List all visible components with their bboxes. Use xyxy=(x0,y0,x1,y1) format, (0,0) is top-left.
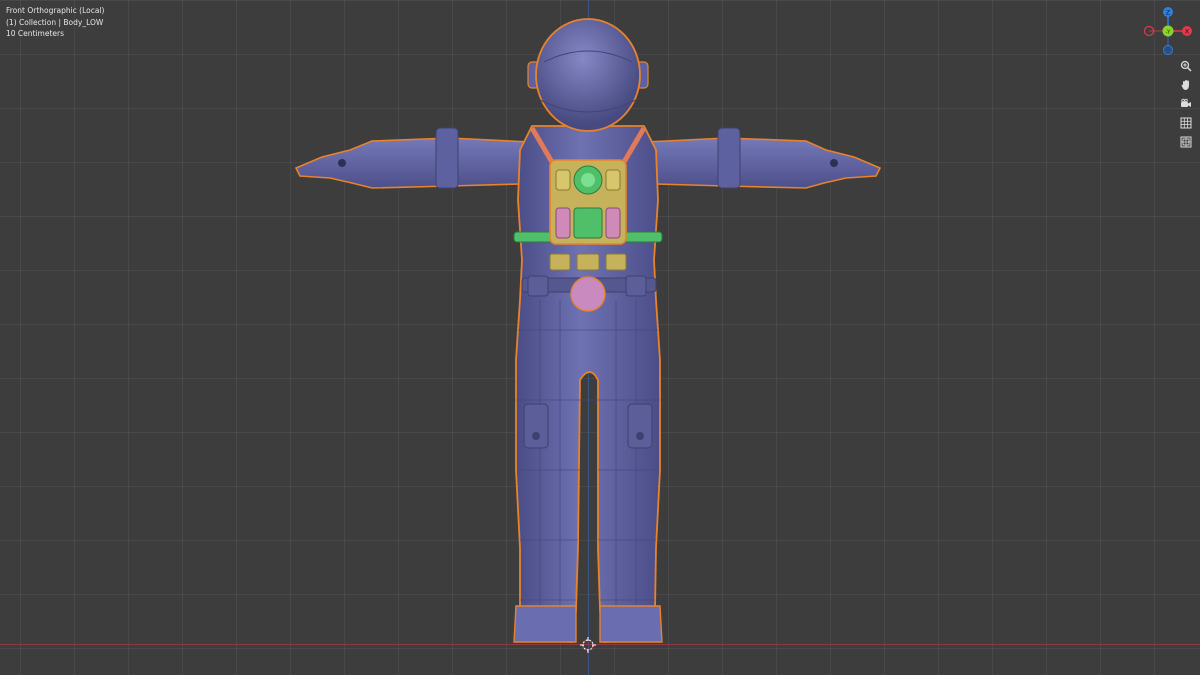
waist-pouch-3 xyxy=(605,253,627,271)
left-pocket-button xyxy=(532,432,540,440)
waist-pouch-2 xyxy=(576,253,600,271)
gizmo-z-negative[interactable] xyxy=(1163,45,1173,55)
left-glove-joint xyxy=(338,159,346,167)
camera-view-icon[interactable] xyxy=(1177,95,1195,113)
pan-hand-icon[interactable] xyxy=(1177,76,1195,94)
helmet-shell[interactable] xyxy=(535,18,641,132)
navigation-gizmo[interactable]: Z X -Y xyxy=(1141,4,1195,58)
belly-disc xyxy=(570,276,606,312)
local-view-icon[interactable] xyxy=(1177,133,1195,151)
right-thigh-pocket xyxy=(627,403,653,449)
left-cuff xyxy=(435,127,459,189)
chest-button-right xyxy=(605,169,621,191)
waist-pouch-1 xyxy=(549,253,571,271)
left-arm[interactable] xyxy=(294,137,532,189)
ortho-grid-icon[interactable] xyxy=(1177,114,1195,132)
chest-pink-module-left xyxy=(555,207,571,239)
viewport-nav-tools xyxy=(1177,57,1197,152)
astronaut-model[interactable] xyxy=(0,0,1200,675)
right-arm[interactable] xyxy=(644,137,882,189)
helmet[interactable] xyxy=(527,18,649,132)
right-boot[interactable] xyxy=(599,605,663,643)
right-glove-joint xyxy=(830,159,838,167)
3d-viewport[interactable]: Front Orthographic (Local) (1) Collectio… xyxy=(0,0,1200,675)
left-boot[interactable] xyxy=(513,605,577,643)
gizmo-x-label: X xyxy=(1185,28,1190,36)
chest-button-left xyxy=(555,169,571,191)
belt-pouch-left xyxy=(527,275,549,297)
right-pocket-button xyxy=(636,432,644,440)
chest-pink-module-right xyxy=(605,207,621,239)
chest-green-module xyxy=(573,207,603,239)
belt-pouch-right xyxy=(625,275,647,297)
left-thigh-pocket xyxy=(523,403,549,449)
chest-dial-center xyxy=(581,173,595,187)
gizmo-y-label: -Y xyxy=(1166,29,1171,35)
zoom-icon[interactable] xyxy=(1177,57,1195,75)
gizmo-z-label: Z xyxy=(1166,9,1171,17)
right-cuff xyxy=(717,127,741,189)
3d-cursor-icon[interactable] xyxy=(580,637,596,653)
